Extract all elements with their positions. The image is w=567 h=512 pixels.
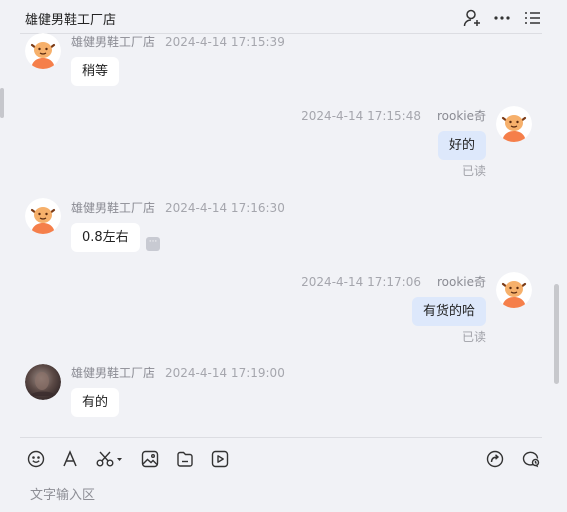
- scissors-icon[interactable]: [95, 449, 125, 469]
- chat-history-icon[interactable]: [521, 449, 541, 469]
- message-time: 2024-4-14 17:17:06: [301, 275, 421, 289]
- chat-title: 雄健男鞋工厂店: [25, 13, 117, 28]
- sender-name: 雄健男鞋工厂店: [71, 35, 156, 49]
- shop-avatar[interactable]: [25, 33, 61, 69]
- message-bubble[interactable]: 有的: [71, 388, 120, 417]
- shop-photo-avatar[interactable]: [25, 364, 61, 400]
- read-status: 已读: [461, 330, 486, 344]
- forward-icon[interactable]: [485, 449, 505, 469]
- message-bubble[interactable]: 0.8左右: [71, 223, 140, 252]
- image-icon[interactable]: [140, 449, 160, 469]
- message-time: 2024-4-14 17:19:00: [165, 366, 285, 380]
- video-icon[interactable]: [210, 449, 230, 469]
- emoji-icon[interactable]: [26, 449, 46, 469]
- message-time: 2024-4-14 17:15:48: [301, 109, 421, 123]
- message-bubble[interactable]: 有货的哈: [411, 297, 486, 326]
- left-edge-handle[interactable]: [0, 88, 4, 118]
- shop-avatar[interactable]: [25, 198, 61, 234]
- message-time: 2024-4-14 17:15:39: [165, 35, 285, 49]
- sender-name: 雄健男鞋工厂店: [71, 366, 156, 380]
- read-status: 已读: [461, 164, 486, 178]
- chat-header: 雄健男鞋工厂店: [0, 0, 567, 34]
- message-meta: 雄健男鞋工厂店 2024-4-14 17:15:39: [71, 33, 285, 50]
- my-avatar[interactable]: [496, 272, 532, 308]
- message-meta: 2024-4-14 17:15:48 rookie奇: [301, 107, 486, 124]
- message-bubble[interactable]: 好的: [437, 131, 486, 160]
- more-icon[interactable]: [492, 8, 512, 28]
- message-scrollbar[interactable]: [554, 284, 559, 384]
- add-user-icon[interactable]: [462, 8, 482, 28]
- sender-name: 雄健男鞋工厂店: [71, 201, 156, 215]
- file-icon[interactable]: [175, 449, 195, 469]
- message-more-icon[interactable]: ···: [146, 237, 160, 251]
- message-meta: 雄健男鞋工厂店 2024-4-14 17:16:30: [71, 199, 285, 216]
- message-meta: 雄健男鞋工厂店 2024-4-14 17:19:00: [71, 364, 285, 381]
- sender-name: rookie奇: [436, 275, 486, 289]
- sender-name: rookie奇: [436, 109, 486, 123]
- composer-divider: [20, 437, 542, 438]
- message-time: 2024-4-14 17:16:30: [165, 201, 285, 215]
- message-meta: 2024-4-14 17:17:06 rookie奇: [301, 273, 486, 290]
- font-icon[interactable]: [60, 449, 80, 469]
- menu-list-icon[interactable]: [522, 8, 542, 28]
- my-avatar[interactable]: [496, 106, 532, 142]
- message-input[interactable]: 文字输入区: [30, 484, 95, 503]
- message-bubble[interactable]: 稍等: [71, 57, 120, 86]
